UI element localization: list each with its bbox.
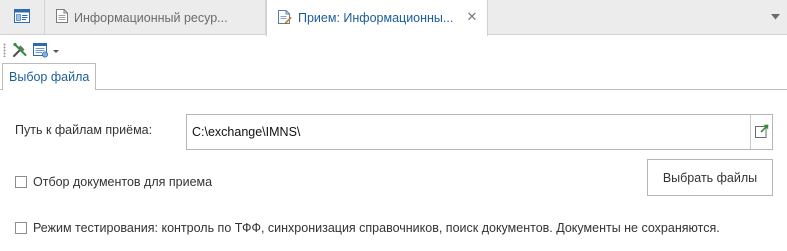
chevron-down-icon (770, 9, 780, 23)
tab-information-resource[interactable]: Информационный ресур... (45, 0, 266, 35)
tab-label: Информационный ресур... (74, 10, 228, 25)
path-label: Путь к файлам приёма: (15, 123, 153, 137)
select-documents-label: Отбор документов для приема (33, 175, 213, 189)
tab-list-dropdown[interactable] (769, 10, 781, 22)
document-edit-icon (278, 9, 292, 27)
file-selection-panel: Путь к файлам приёма: C:\exchange\IMNS\ … (0, 90, 787, 251)
path-value[interactable]: C:\exchange\IMNS\ (192, 125, 300, 139)
test-mode-label: Режим тестирования: контроль по ТФФ, син… (33, 221, 720, 235)
test-mode-option[interactable]: Режим тестирования: контроль по ТФФ, син… (15, 221, 720, 235)
tab-home[interactable] (0, 0, 45, 35)
test-mode-checkbox[interactable] (15, 222, 27, 234)
path-field[interactable]: C:\exchange\IMNS\ (186, 114, 773, 150)
toolbar (0, 36, 787, 63)
tab-receive-information[interactable]: Прием: Информационны... ✕ (266, 0, 488, 36)
document-tab-strip: Информационный ресур... Прием: Информаци… (0, 0, 787, 36)
tab-select-file[interactable]: Выбор файла (2, 63, 96, 91)
close-icon[interactable]: ✕ (465, 10, 479, 24)
select-documents-checkbox[interactable] (15, 176, 27, 188)
select-files-button[interactable]: Выбрать файлы (647, 159, 773, 196)
window-icon (14, 9, 30, 26)
tools-icon (12, 42, 28, 61)
document-settings-icon (32, 43, 62, 61)
toolbar-grip[interactable] (3, 43, 6, 57)
tab-label: Прием: Информационны... (298, 11, 454, 25)
document-icon (56, 9, 68, 26)
open-external-icon (754, 123, 769, 141)
browse-button[interactable] (750, 115, 772, 149)
select-documents-option[interactable]: Отбор документов для приема (15, 175, 212, 189)
section-tab-strip: Выбор файла (0, 63, 787, 91)
document-settings-button[interactable] (32, 42, 62, 58)
tools-button[interactable] (12, 42, 28, 58)
